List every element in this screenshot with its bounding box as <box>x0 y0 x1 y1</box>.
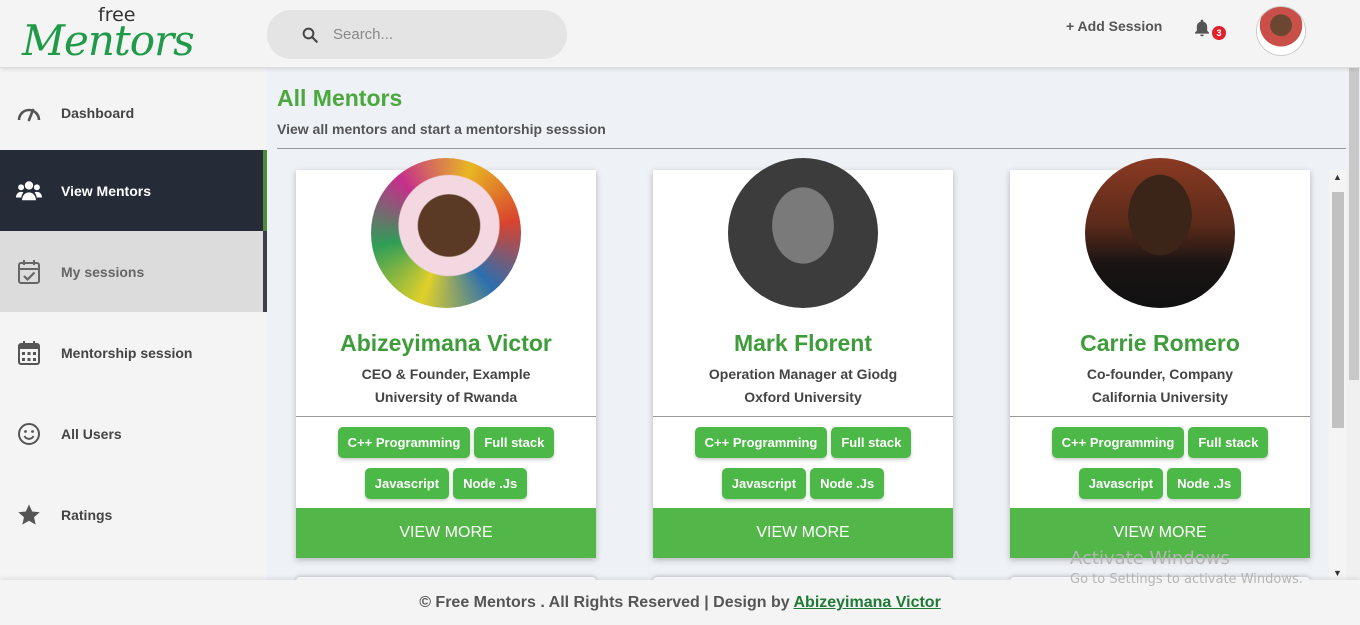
content-scrollbar[interactable]: ▲ ▼ <box>1329 170 1346 580</box>
sidebar-item-label: View Mentors <box>61 182 151 199</box>
user-avatar[interactable] <box>1256 6 1306 56</box>
free-mentors-logo[interactable]: free Mentors <box>18 4 198 65</box>
skill-tag: Javascript <box>364 468 450 499</box>
top-header: free Mentors + Add Session 3 <box>0 0 1360 68</box>
sidebar-item-my-sessions[interactable]: My sessions <box>0 231 267 312</box>
sidebar-item-label: My sessions <box>61 263 145 280</box>
mentor-school: Oxford University <box>744 389 862 405</box>
search-icon <box>302 27 318 43</box>
sidebar-item-label: Mentorship session <box>61 344 193 361</box>
mentor-school: California University <box>1091 389 1229 405</box>
mentor-card: Mark Florent Operation Manager at Giodg … <box>653 158 953 558</box>
mentor-name: Mark Florent <box>733 330 873 356</box>
mentor-role: Operation Manager at Giodg <box>708 366 898 382</box>
skill-tag: Full stack <box>1188 427 1269 458</box>
skill-tag: Javascript <box>1078 468 1164 499</box>
gauge-icon <box>16 100 42 126</box>
sidebar-item-label: Ratings <box>61 506 113 523</box>
notification-badge: 3 <box>1212 26 1226 40</box>
skill-tag: Full stack <box>831 427 912 458</box>
skill-tag: Full stack <box>474 427 555 458</box>
logo-mentors-text: Mentors <box>22 16 195 65</box>
scroll-up-arrow-icon[interactable]: ▲ <box>1333 172 1342 182</box>
card-divider <box>296 416 596 417</box>
skill-tag: Javascript <box>721 468 807 499</box>
mentor-photo <box>371 158 521 308</box>
skill-tag: Node .Js <box>1167 468 1242 499</box>
mentor-school: University of Rwanda <box>374 389 518 405</box>
windows-activation-watermark: Activate Windows Go to Settings to activ… <box>1070 548 1303 587</box>
mentor-role: CEO & Founder, Example <box>361 366 531 382</box>
page-subtitle: View all mentors and start a mentorship … <box>277 121 606 137</box>
title-divider <box>277 148 1346 149</box>
sidebar-item-label: All Users <box>61 425 122 442</box>
mentor-role: Co-founder, Company <box>1086 366 1234 382</box>
card-divider <box>1010 416 1310 417</box>
scroll-thumb[interactable] <box>1332 192 1344 428</box>
skill-tags: C++ Programming Full stack Javascript No… <box>296 427 596 499</box>
mentor-name: Abizeyimana Victor <box>340 330 552 356</box>
sidebar-item-label: Dashboard <box>61 104 135 121</box>
main-content: All Mentors View all mentors and start a… <box>267 68 1347 580</box>
sidebar-item-view-mentors[interactable]: View Mentors <box>0 150 267 231</box>
view-more-button[interactable]: VIEW MORE <box>653 508 953 558</box>
mentor-name: Carrie Romero <box>1080 330 1240 356</box>
skill-tag: C++ Programming <box>337 427 471 458</box>
smile-icon <box>16 421 42 447</box>
search-input[interactable] <box>333 26 533 43</box>
mentor-photo <box>1085 158 1235 308</box>
sidebar-item-all-users[interactable]: All Users <box>0 393 267 474</box>
watermark-title: Activate Windows <box>1070 548 1230 569</box>
watermark-subtitle: Go to Settings to activate Windows. <box>1070 572 1303 587</box>
card-divider <box>653 416 953 417</box>
mentor-photo <box>728 158 878 308</box>
bell-icon[interactable] <box>1192 18 1212 38</box>
skill-tag: C++ Programming <box>1051 427 1185 458</box>
search-bar[interactable] <box>267 10 567 59</box>
calendar-check-icon <box>16 259 42 285</box>
sidebar-item-mentorship-session[interactable]: Mentorship session <box>0 312 267 393</box>
add-session-link[interactable]: + Add Session <box>1066 18 1162 34</box>
page-title: All Mentors <box>277 85 403 111</box>
scroll-down-arrow-icon[interactable]: ▼ <box>1333 568 1342 578</box>
skill-tag: Node .Js <box>810 468 885 499</box>
star-icon <box>16 502 42 528</box>
sidebar: Dashboard View Mentors My sessions Mento… <box>0 68 267 580</box>
calendar-icon <box>16 340 42 366</box>
skill-tag: Node .Js <box>453 468 528 499</box>
skill-tag: C++ Programming <box>694 427 828 458</box>
users-icon <box>16 178 42 204</box>
skill-tags: C++ Programming Full stack Javascript No… <box>1010 427 1310 499</box>
footer-author-link[interactable]: Abizeyimana Victor <box>793 594 940 611</box>
sidebar-item-ratings[interactable]: Ratings <box>0 474 267 555</box>
sidebar-item-dashboard[interactable]: Dashboard <box>0 72 267 153</box>
mentor-card: Carrie Romero Co-founder, Company Califo… <box>1010 158 1310 558</box>
view-more-button[interactable]: VIEW MORE <box>296 508 596 558</box>
footer-text: © Free Mentors . All Rights Reserved | D… <box>419 594 790 611</box>
skill-tags: C++ Programming Full stack Javascript No… <box>653 427 953 499</box>
mentor-card: Abizeyimana Victor CEO & Founder, Exampl… <box>296 158 596 558</box>
